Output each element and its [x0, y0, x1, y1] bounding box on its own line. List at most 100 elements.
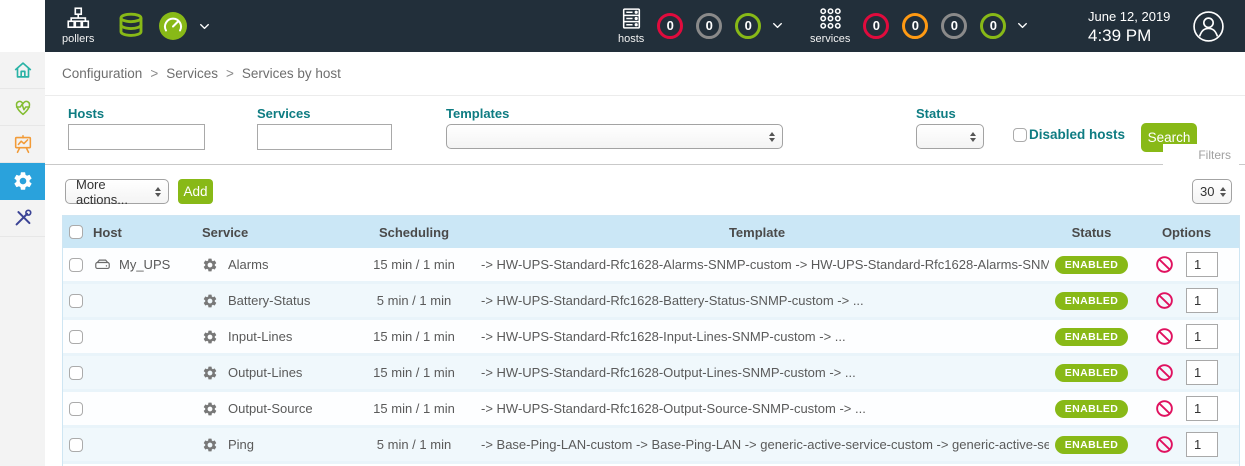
disable-icon[interactable]	[1155, 255, 1174, 274]
row-checkbox[interactable]	[69, 402, 83, 416]
scheduling-cell: 5 min / 1 min	[359, 293, 469, 308]
table-row: Output-Lines 15 min / 1 min -> HW-UPS-St…	[63, 356, 1239, 392]
breadcrumb-services[interactable]: Services	[166, 66, 218, 81]
templates-filter-label: Templates	[446, 106, 509, 121]
clock-date: June 12, 2019	[1088, 9, 1170, 25]
scheduling-cell: 15 min / 1 min	[359, 257, 469, 272]
status-badge: ENABLED	[1055, 436, 1129, 454]
options-count-input[interactable]	[1186, 360, 1218, 385]
chevron-down-icon[interactable]	[198, 20, 211, 33]
top-header-bar: pollers hosts 0 0 0 services 0	[0, 0, 1245, 52]
status-select[interactable]	[916, 124, 984, 149]
user-avatar-icon[interactable]	[1192, 10, 1225, 43]
heart-pulse-icon	[12, 96, 34, 118]
breadcrumb-services-by-host[interactable]: Services by host	[242, 66, 341, 81]
filter-panel: Hosts Services Templates Status Disabled…	[45, 95, 1245, 165]
add-button[interactable]: Add	[178, 179, 213, 204]
host-counter-unreachable[interactable]: 0	[696, 13, 722, 39]
host-counter-up[interactable]: 0	[735, 13, 761, 39]
more-actions-value: More actions...	[76, 177, 155, 207]
clock: June 12, 2019 4:39 PM	[1088, 9, 1170, 47]
actions-toolbar: More actions... Add 30	[45, 166, 1245, 214]
service-gear-icon	[202, 293, 218, 309]
hosts-status-menu[interactable]: hosts	[618, 6, 644, 45]
disable-icon[interactable]	[1155, 363, 1174, 382]
scheduling-cell: 5 min / 1 min	[359, 437, 469, 452]
sidebar-item-reporting[interactable]	[0, 126, 45, 163]
host-link[interactable]: My_UPS	[119, 257, 170, 272]
services-filter-label: Services	[257, 106, 311, 121]
disable-icon[interactable]	[1155, 435, 1174, 454]
disabled-hosts-checkbox[interactable]	[1013, 128, 1027, 142]
status-badge: ENABLED	[1055, 400, 1129, 418]
column-header-host[interactable]: Host	[89, 225, 194, 240]
service-link[interactable]: Output-Lines	[228, 365, 302, 380]
sidebar-item-monitoring[interactable]	[0, 89, 45, 126]
templates-select[interactable]	[446, 124, 783, 149]
engine-gauge-icon[interactable]	[158, 11, 188, 41]
service-counter-unknown[interactable]: 0	[941, 13, 967, 39]
gear-icon	[12, 170, 34, 192]
host-cell[interactable]: My_UPS	[89, 255, 194, 274]
disable-icon[interactable]	[1155, 399, 1174, 418]
breadcrumb-configuration[interactable]: Configuration	[62, 66, 142, 81]
page-size-value: 30	[1200, 184, 1214, 199]
options-count-input[interactable]	[1186, 288, 1218, 313]
select-all-checkbox[interactable]	[69, 225, 83, 239]
options-count-input[interactable]	[1186, 252, 1218, 277]
template-cell: -> HW-UPS-Standard-Rfc1628-Input-Lines-S…	[469, 329, 1049, 344]
service-counter-warning[interactable]: 0	[902, 13, 928, 39]
disable-icon[interactable]	[1155, 291, 1174, 310]
hosts-icon	[619, 6, 644, 31]
sidebar-item-administration[interactable]	[0, 200, 45, 237]
select-stepper-icon	[769, 132, 775, 142]
row-checkbox[interactable]	[69, 366, 83, 380]
chevron-down-icon[interactable]	[1016, 19, 1029, 32]
chevron-down-icon[interactable]	[771, 19, 784, 32]
column-header-service[interactable]: Service	[194, 225, 359, 240]
service-counter-critical[interactable]: 0	[863, 13, 889, 39]
options-count-input[interactable]	[1186, 396, 1218, 421]
column-header-template[interactable]: Template	[469, 225, 1049, 240]
host-counter-down[interactable]: 0	[657, 13, 683, 39]
sidebar-item-home[interactable]	[0, 52, 45, 89]
scheduling-cell: 15 min / 1 min	[359, 365, 469, 380]
options-count-input[interactable]	[1186, 324, 1218, 349]
sidebar-item-configuration[interactable]	[0, 163, 45, 200]
service-link[interactable]: Input-Lines	[228, 329, 292, 344]
filters-tab[interactable]: Filters	[1163, 144, 1239, 168]
tools-icon	[12, 207, 34, 229]
column-header-scheduling[interactable]: Scheduling	[359, 225, 469, 240]
database-sync-icon[interactable]	[116, 11, 146, 41]
service-link[interactable]: Battery-Status	[228, 293, 310, 308]
select-stepper-icon	[970, 132, 976, 142]
service-link[interactable]: Ping	[228, 437, 254, 452]
column-header-status[interactable]: Status	[1049, 225, 1134, 240]
service-counter-ok[interactable]: 0	[980, 13, 1006, 39]
template-cell: -> HW-UPS-Standard-Rfc1628-Alarms-SNMP-c…	[469, 257, 1049, 272]
options-count-input[interactable]	[1186, 432, 1218, 457]
row-checkbox[interactable]	[69, 330, 83, 344]
template-cell: -> HW-UPS-Standard-Rfc1628-Output-Lines-…	[469, 365, 1049, 380]
status-filter-label: Status	[916, 106, 956, 121]
hosts-filter-input[interactable]	[68, 124, 205, 150]
service-link[interactable]: Alarms	[228, 257, 268, 272]
service-link[interactable]: Output-Source	[228, 401, 313, 416]
pollers-menu[interactable]: pollers	[62, 5, 94, 45]
pollers-icon	[65, 5, 91, 31]
services-status-menu[interactable]: services	[810, 6, 850, 45]
services-icon	[818, 6, 843, 31]
row-checkbox[interactable]	[69, 258, 83, 272]
services-filter-input[interactable]	[257, 124, 392, 150]
column-header-options[interactable]: Options	[1134, 225, 1239, 240]
row-checkbox[interactable]	[69, 438, 83, 452]
more-actions-select[interactable]: More actions...	[65, 179, 169, 204]
row-checkbox[interactable]	[69, 294, 83, 308]
host-icon	[93, 255, 112, 274]
disable-icon[interactable]	[1155, 327, 1174, 346]
chart-board-icon	[12, 133, 34, 155]
status-badge: ENABLED	[1055, 328, 1129, 346]
page-size-select[interactable]: 30	[1192, 179, 1232, 204]
centreon-logo[interactable]	[0, 0, 45, 52]
status-badge: ENABLED	[1055, 292, 1129, 310]
